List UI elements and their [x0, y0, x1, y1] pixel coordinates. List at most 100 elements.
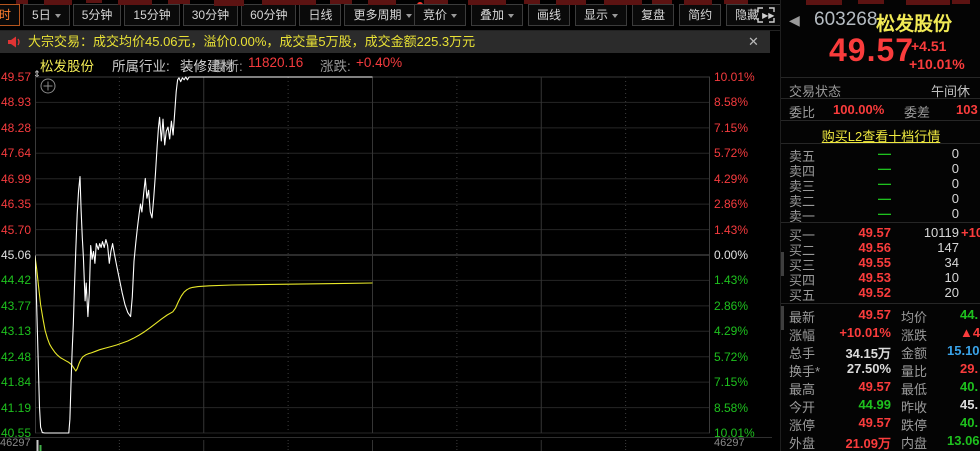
stat-label: 涨停 [789, 415, 815, 434]
volume-pane[interactable] [35, 440, 710, 451]
tool-label: 复盘 [641, 8, 665, 22]
stat-label: 金额 [901, 343, 927, 362]
stat-value: 40. [960, 415, 978, 430]
industry-latest-value: 11820.16 [248, 55, 303, 70]
buy5-label: 买五 [789, 285, 815, 304]
stat-value: 40. [960, 379, 978, 394]
stat-label: 最低 [901, 379, 927, 398]
tool-display[interactable]: 显示 [575, 4, 627, 26]
axis-tick: 46.99 [1, 172, 31, 186]
tool-auction[interactable]: 竞价 [414, 4, 466, 26]
background-artifact [906, 0, 950, 5]
buy3-volume: 34 [899, 255, 959, 270]
axis-tick: 7.15% [714, 121, 748, 135]
stat-label: 涨幅 [789, 325, 815, 344]
axis-tick: 8.58% [714, 95, 748, 109]
axis-tick: 2.86% [714, 197, 748, 211]
tab-more-periods[interactable]: 更多周期 [344, 4, 420, 26]
stat-value: 27.50% [819, 361, 891, 376]
axis-tick: 45.06 [1, 248, 31, 262]
chevron-down-icon [451, 14, 457, 18]
industry-label: 所属行业: [112, 55, 170, 75]
divider [781, 222, 980, 223]
stock-code: 603268 [814, 9, 877, 31]
tab-30min[interactable]: 30分钟 [183, 4, 238, 26]
tab-label: 5分钟 [82, 8, 113, 22]
sell1-volume: 0 [899, 206, 959, 221]
buy1-delta: +10 [961, 225, 980, 240]
tool-label: 画线 [537, 8, 561, 22]
tab-5day[interactable]: 5日 [23, 4, 70, 26]
buy2-volume: 147 [899, 240, 959, 255]
buy4-volume: 10 [899, 270, 959, 285]
tool-simple-mode[interactable]: 简约 [679, 4, 721, 26]
stat-label: 涨跌 [901, 325, 927, 344]
background-artifact [468, 0, 506, 5]
weicha-value: 103 [956, 102, 978, 117]
pane-divider [0, 437, 772, 438]
tab-15min[interactable]: 15分钟 [124, 4, 179, 26]
divider [781, 120, 980, 121]
stat-label: 量比 [901, 361, 927, 380]
industry-latest-label: 最新: [212, 55, 243, 75]
background-artifact [724, 0, 748, 4]
weicha-label: 委差 [904, 102, 930, 121]
sell1-price: — [821, 206, 891, 221]
trading-app-window: 分时 5日 5分钟 15分钟 30分钟 60分钟 日线 更多周期 竞价 叠加 画… [0, 0, 980, 451]
tab-fenshi[interactable]: 分时 [0, 4, 20, 26]
back-chevron-icon[interactable]: ◀ [789, 12, 800, 29]
stat-label: 跌停 [901, 415, 927, 434]
sell4-volume: 0 [899, 161, 959, 176]
axis-tick: 7.15% [714, 375, 748, 389]
chevron-down-icon [55, 14, 61, 18]
tab-60min[interactable]: 60分钟 [241, 4, 296, 26]
buy1-volume: 10119 [899, 225, 959, 240]
axis-tick: 42.48 [1, 350, 31, 364]
background-artifact [652, 0, 672, 4]
stat-value: 49.57 [819, 307, 891, 322]
tab-label: 分时 [0, 8, 11, 22]
tool-replay[interactable]: 复盘 [632, 4, 674, 26]
buy5-price: 49.52 [821, 285, 891, 300]
axis-tick: 41.19 [1, 401, 31, 415]
tool-label: 隐藏 [735, 8, 759, 22]
chevron-down-icon [508, 14, 514, 18]
chevron-down-icon [612, 14, 618, 18]
chart-tools: 竞价 叠加 画线 显示 复盘 简约 隐藏▶▶ [414, 4, 783, 26]
close-icon[interactable]: ✕ [748, 31, 759, 53]
chevron-down-icon [406, 14, 412, 18]
buy3-price: 49.55 [821, 255, 891, 270]
fullscreen-expand-icon[interactable] [757, 7, 775, 23]
sell3-volume: 0 [899, 176, 959, 191]
tool-overlay[interactable]: 叠加 [471, 4, 523, 26]
intraday-chart[interactable] [35, 75, 710, 437]
axis-tick: 41.84 [1, 375, 31, 389]
axis-tick: 5.72% [714, 350, 748, 364]
background-artifact [118, 0, 152, 5]
axis-tick: 4.29% [714, 172, 748, 186]
stat-value: 44.99 [819, 397, 891, 412]
axis-tick: 48.28 [1, 121, 31, 135]
background-artifact [168, 0, 190, 4]
tab-daily[interactable]: 日线 [299, 4, 341, 26]
tool-draw-line[interactable]: 画线 [528, 4, 570, 26]
background-artifact [368, 0, 396, 5]
tab-5min[interactable]: 5分钟 [73, 4, 122, 26]
sell2-volume: 0 [899, 191, 959, 206]
volume-axis-max-left: 46297 [0, 437, 31, 449]
tool-label: 竞价 [423, 8, 447, 22]
axis-tick: 5.72% [714, 146, 748, 160]
axis-tick: 46.35 [1, 197, 31, 211]
axis-tick: 47.64 [1, 146, 31, 160]
stat-value: 45. [960, 397, 978, 412]
stat-label: 外盘 [789, 433, 815, 451]
sell3-price: — [821, 176, 891, 191]
industry-change-label: 涨跌: [320, 55, 351, 75]
stat-label: 今开 [789, 397, 815, 416]
tab-label: 60分钟 [250, 8, 287, 22]
industry-change-value: +0.40% [356, 55, 402, 70]
panel-scrollbar[interactable] [781, 306, 784, 330]
divider [781, 303, 980, 304]
axis-tick: 2.86% [714, 299, 748, 313]
panel-scrollbar[interactable] [781, 252, 784, 276]
